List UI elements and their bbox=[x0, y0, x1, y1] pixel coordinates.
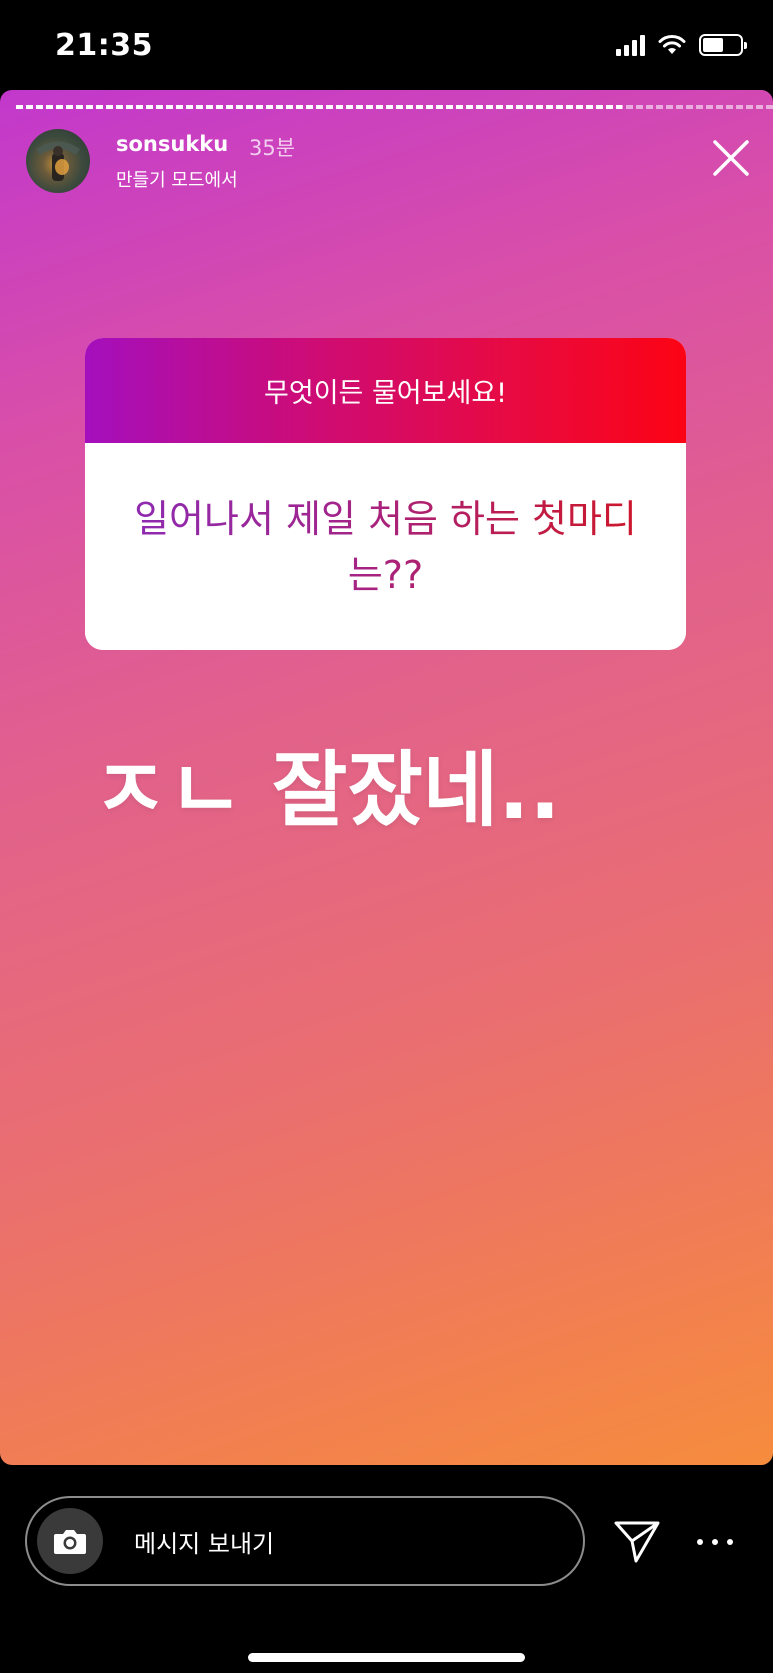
story-view[interactable]: sonsukku 35분 만들기 모드에서 무엇이든 물어보세요! 일어나서 제… bbox=[0, 90, 773, 1465]
author-username[interactable]: sonsukku bbox=[116, 132, 228, 156]
home-indicator bbox=[248, 1653, 525, 1662]
avatar-image bbox=[36, 141, 80, 181]
battery-icon bbox=[699, 34, 747, 56]
more-button[interactable] bbox=[697, 1532, 733, 1552]
send-icon bbox=[614, 1521, 660, 1563]
more-icon bbox=[697, 1539, 703, 1545]
status-icons bbox=[616, 34, 747, 56]
camera-icon bbox=[54, 1530, 86, 1554]
message-placeholder: 메시지 보내기 bbox=[134, 1530, 275, 1558]
post-timestamp: 35분 bbox=[249, 136, 296, 160]
close-icon bbox=[713, 140, 749, 176]
status-bar: 21:35 bbox=[0, 0, 773, 90]
status-time: 21:35 bbox=[55, 28, 153, 63]
battery-fill bbox=[703, 38, 723, 52]
question-body: 일어나서 제일 처음 하는 첫마디는?? bbox=[85, 443, 686, 650]
message-input[interactable]: 메시지 보내기 bbox=[25, 1496, 585, 1586]
wifi-icon bbox=[658, 35, 686, 54]
story-progress-bar bbox=[16, 105, 773, 109]
avatar[interactable] bbox=[26, 129, 90, 193]
question-sticker: 무엇이든 물어보세요! 일어나서 제일 처음 하는 첫마디는?? bbox=[85, 338, 686, 650]
send-button[interactable] bbox=[612, 1517, 662, 1567]
author-subtitle: 만들기 모드에서 bbox=[116, 170, 238, 191]
question-text: 일어나서 제일 처음 하는 첫마디는?? bbox=[85, 443, 686, 650]
close-button[interactable] bbox=[712, 139, 750, 177]
story-progress-fill bbox=[16, 105, 622, 109]
signal-icon bbox=[616, 34, 645, 56]
answer-text: ㅈㄴ 잘잤네.. bbox=[92, 743, 561, 838]
camera-button[interactable] bbox=[37, 1508, 103, 1574]
bottom-bar: 메시지 보내기 bbox=[0, 1465, 773, 1673]
question-prompt: 무엇이든 물어보세요! bbox=[85, 338, 686, 443]
